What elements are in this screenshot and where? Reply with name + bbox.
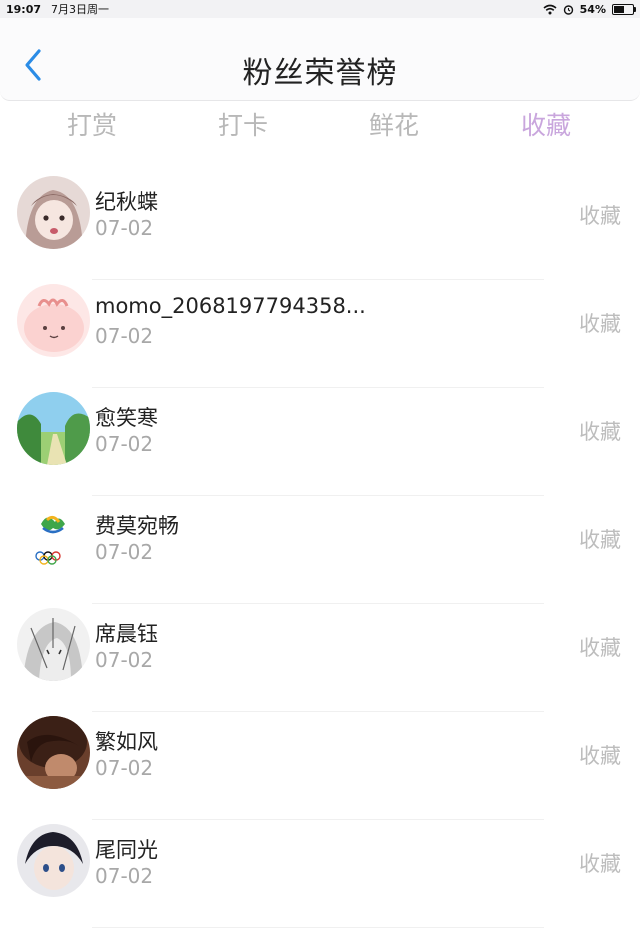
tab-reward[interactable]: 打赏 [32, 106, 152, 142]
fan-name: 尾同光 [95, 838, 158, 862]
fan-name: 费莫宛畅 [95, 514, 179, 538]
tab-checkin[interactable]: 打卡 [183, 106, 303, 142]
nav-bar: 粉丝荣誉榜 [0, 18, 640, 101]
fan-name: 愈笑寒 [95, 406, 158, 430]
status-time: 19:07 [6, 2, 42, 16]
avatar [17, 716, 90, 789]
action-label: 收藏 [579, 636, 621, 660]
avatar [17, 500, 90, 573]
action-label: 收藏 [579, 204, 621, 228]
fan-date: 07-02 [95, 648, 154, 672]
avatar [17, 608, 90, 681]
status-bar: 19:07 7月3日周一 54% [0, 0, 640, 18]
fan-name: 纪秋蝶 [95, 190, 158, 214]
tab-bar: 打赏 打卡 鲜花 收藏 [0, 106, 640, 148]
avatar [17, 176, 90, 249]
fan-date: 07-02 [95, 324, 154, 348]
tab-flowers[interactable]: 鲜花 [334, 106, 454, 142]
fan-name: momo_2068197794358... [95, 294, 366, 318]
status-right: 54% [543, 0, 636, 18]
list-item[interactable]: 愈笑寒 07-02 收藏 [0, 388, 640, 496]
list-item[interactable]: 繁如风 07-02 收藏 [0, 712, 640, 820]
action-label: 收藏 [579, 744, 621, 768]
alarm-icon [563, 4, 573, 15]
wifi-icon [543, 4, 557, 14]
list-item[interactable]: 纪秋蝶 07-02 收藏 [0, 172, 640, 280]
battery-icon [612, 3, 636, 15]
list-item[interactable]: 费莫宛畅 07-02 收藏 [0, 496, 640, 604]
avatar [17, 392, 90, 465]
fan-date: 07-02 [95, 432, 154, 456]
status-date: 7月3日周一 [51, 3, 110, 16]
fan-date: 07-02 [95, 540, 154, 564]
action-label: 收藏 [579, 312, 621, 336]
avatar [17, 284, 90, 357]
list-item[interactable]: momo_2068197794358... 07-02 收藏 [0, 280, 640, 388]
list-item[interactable]: 尾同光 07-02 收藏 [0, 820, 640, 928]
list-item[interactable]: 席晨钰 07-02 收藏 [0, 604, 640, 712]
fan-name: 繁如风 [95, 730, 158, 754]
action-label: 收藏 [579, 528, 621, 552]
fan-date: 07-02 [95, 216, 154, 240]
fan-list: 纪秋蝶 07-02 收藏 momo_2068197794358... 07-02… [0, 172, 640, 928]
action-label: 收藏 [579, 420, 621, 444]
page-title: 粉丝荣誉榜 [242, 56, 398, 91]
fan-date: 07-02 [95, 864, 154, 888]
avatar [17, 824, 90, 897]
tab-favorites[interactable]: 收藏 [486, 106, 606, 142]
fan-name: 席晨钰 [95, 622, 158, 646]
battery-percent: 54% [579, 2, 606, 16]
fan-date: 07-02 [95, 756, 154, 780]
